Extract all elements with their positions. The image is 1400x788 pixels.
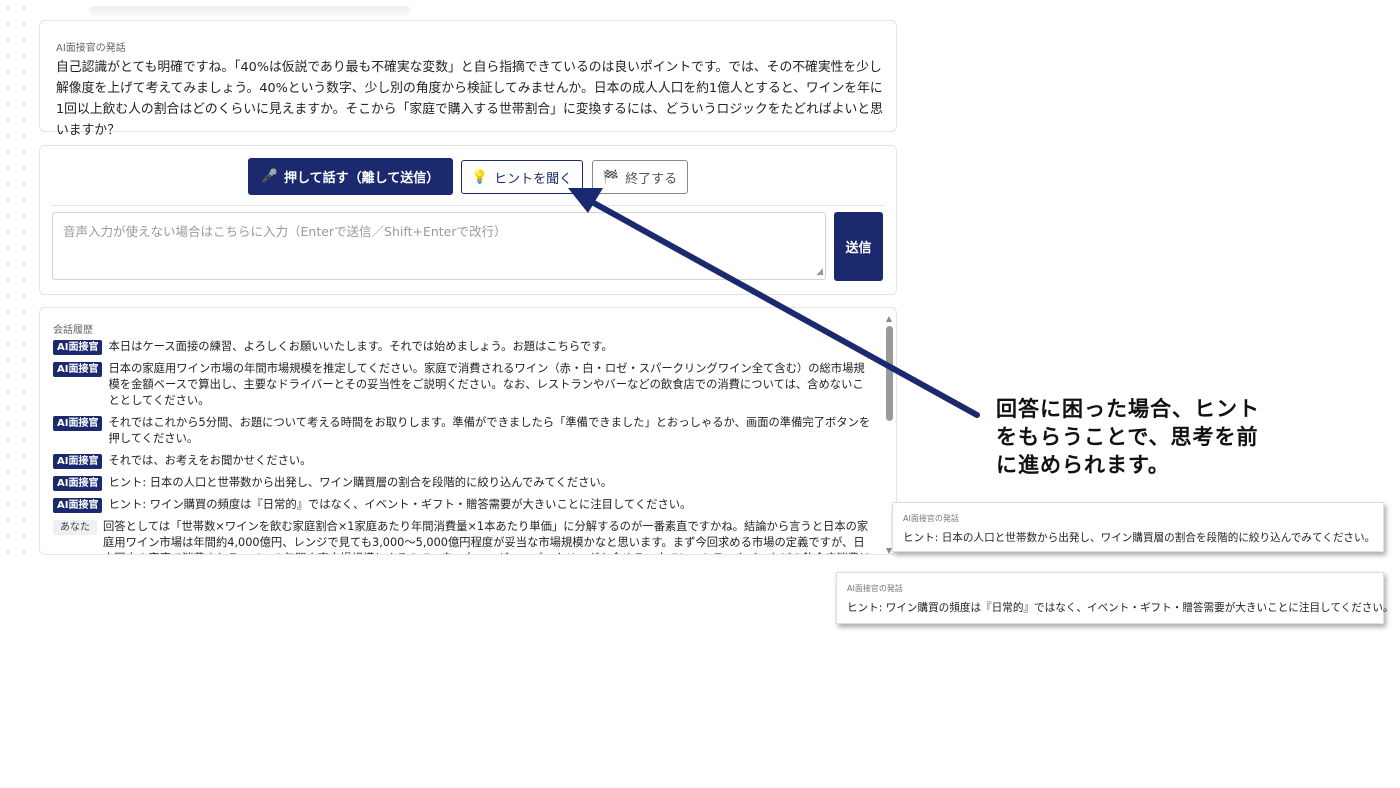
arrow-head (568, 188, 603, 213)
hint-callout-card: AI面接官の発話 ヒント: ワイン購買の頻度は『日常的』ではなく、イベント・ギフ… (836, 572, 1394, 624)
annotation-arrow (568, 188, 980, 418)
annotation-line: に進められます。 (996, 453, 1170, 477)
callout-text: ヒント: ワイン購買の頻度は『日常的』ではなく、イベント・ギフト・贈答需要が大き… (847, 602, 1394, 614)
annotation-text: 回答に困った場合、ヒント をもらうことで、思考を前 に進められます。 (996, 395, 1296, 479)
arrow-line (589, 199, 980, 418)
hint-callout-card: AI面接官の発話 ヒント: 日本の人口と世帯数から出発し、ワイン購買層の割合を段… (892, 502, 1384, 552)
callout-label: AI面接官の発話 (847, 584, 903, 593)
annotation-line: 回答に困った場合、ヒント (996, 397, 1260, 421)
annotation-line: をもらうことで、思考を前 (996, 425, 1259, 449)
callout-text: ヒント: 日本の人口と世帯数から出発し、ワイン購買層の割合を段階的に絞り込んでみ… (903, 532, 1376, 544)
callout-label: AI面接官の発話 (903, 514, 959, 523)
